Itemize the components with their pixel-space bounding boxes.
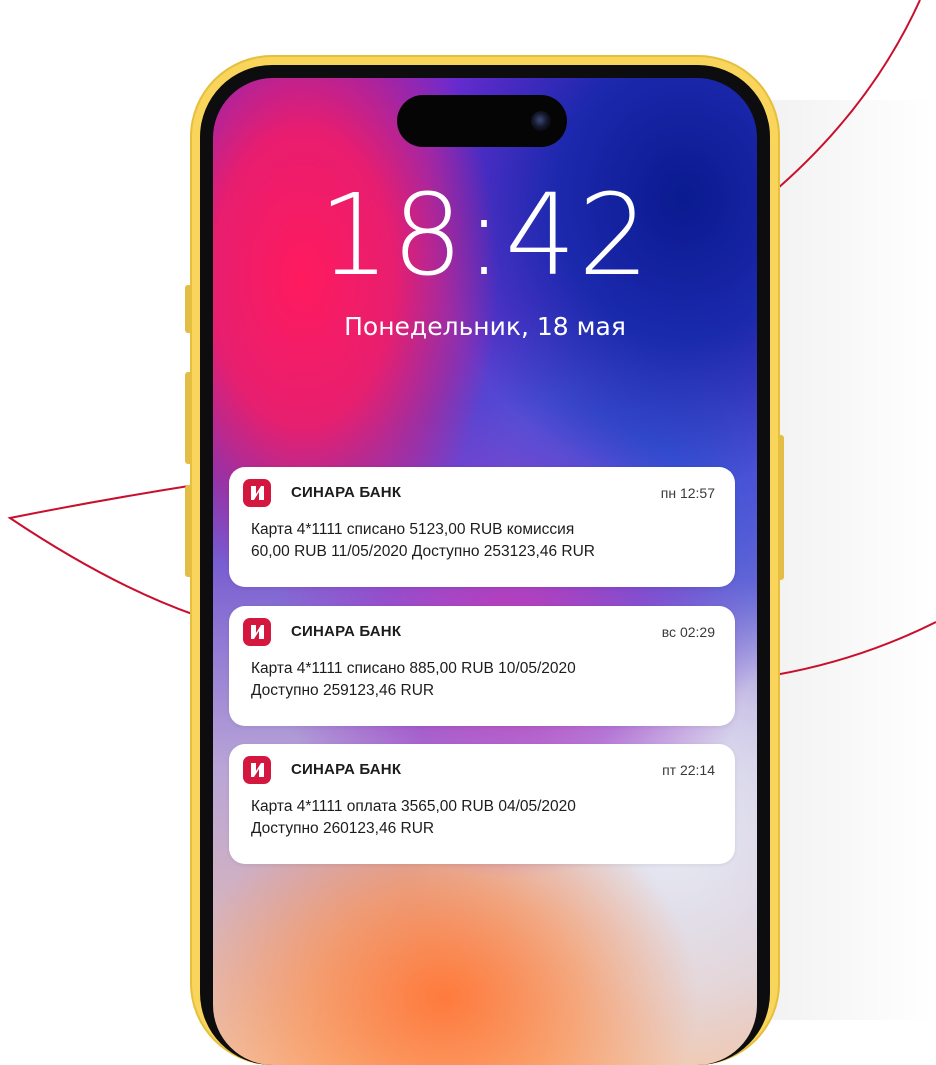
notification-header: СИНАРА БАНК пн 12:57	[243, 478, 715, 508]
dynamic-island	[397, 95, 567, 147]
notification-message: Карта 4*1111 списано 885,00 RUB 10/05/20…	[251, 658, 717, 702]
notification-message-line: 60,00 RUB 11/05/2020 Доступно 253123,46 …	[251, 543, 595, 560]
notification-message-line: Карта 4*1111 оплата 3565,00 RUB 04/05/20…	[251, 798, 576, 815]
notification-app-name: СИНАРА БАНК	[291, 484, 402, 501]
notification-message-line: Карта 4*1111 списано 5123,00 RUB комисси…	[251, 521, 575, 538]
notification-card[interactable]: СИНАРА БАНК вс 02:29 Карта 4*1111 списан…	[229, 606, 735, 726]
sinara-bank-logo-icon	[243, 479, 271, 507]
notification-message-line: Доступно 260123,46 RUR	[251, 820, 435, 837]
lock-screen-date: Понедельник, 18 мая	[344, 312, 626, 341]
sinara-bank-logo-icon	[243, 618, 271, 646]
notification-app-name: СИНАРА БАНК	[291, 761, 402, 778]
notification-time: пн 12:57	[660, 485, 715, 501]
front-camera-icon	[531, 111, 551, 131]
notification-header: СИНАРА БАНК пт 22:14	[243, 755, 715, 785]
notification-card[interactable]: СИНАРА БАНК пт 22:14 Карта 4*1111 оплата…	[229, 744, 735, 864]
notification-card[interactable]: СИНАРА БАНК пн 12:57 Карта 4*1111 списан…	[229, 467, 735, 587]
notification-time: пт 22:14	[662, 762, 715, 778]
sinara-bank-logo-icon	[243, 756, 271, 784]
notification-message: Карта 4*1111 списано 5123,00 RUB комисси…	[251, 519, 717, 563]
notification-message-line: Доступно 259123,46 RUR	[251, 682, 435, 699]
notification-app-name: СИНАРА БАНК	[291, 623, 402, 640]
lock-screen-clock: 18:42	[318, 171, 652, 301]
notification-message-line: Карта 4*1111 списано 885,00 RUB 10/05/20…	[251, 660, 576, 677]
notification-time: вс 02:29	[661, 624, 715, 640]
notification-message: Карта 4*1111 оплата 3565,00 RUB 04/05/20…	[251, 796, 717, 840]
notification-header: СИНАРА БАНК вс 02:29	[243, 617, 715, 647]
